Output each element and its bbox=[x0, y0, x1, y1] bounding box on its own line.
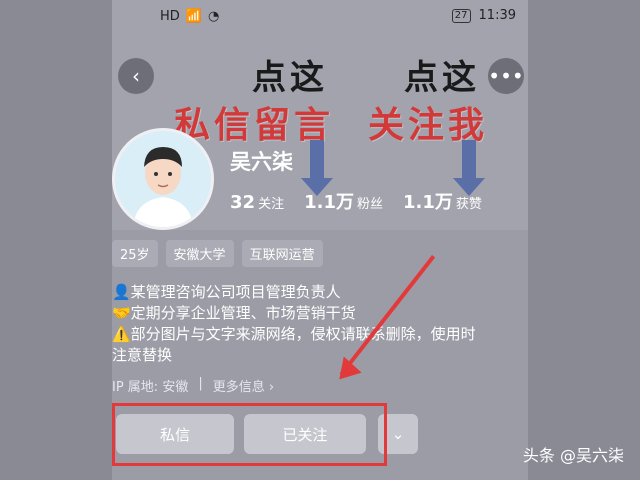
more-button[interactable]: ••• bbox=[488, 58, 524, 94]
profile-bio: 👤某管理咨询公司项目管理负责人 🤝定期分享企业管理、市场营销干货 ⚠️部分图片与… bbox=[112, 282, 522, 366]
arrow-down-icon bbox=[301, 140, 333, 196]
banner-text-1: 点这 bbox=[252, 58, 328, 98]
ip-location: IP 属地: 安徽 bbox=[112, 380, 189, 395]
hd-icon: HD bbox=[160, 9, 180, 24]
ip-location-row: IP 属地: 安徽 | 更多信息 › bbox=[112, 376, 274, 395]
more-info-link[interactable]: 更多信息 › bbox=[213, 376, 274, 395]
profile-screen: HD 📶 ◔ 27 11:39 ‹ ••• 点这 点这 私信留言 关注我 吴六柒… bbox=[112, 0, 528, 480]
following-stat[interactable]: 32 关注 bbox=[230, 192, 284, 213]
bio-line: 👤某管理咨询公司项目管理负责人 bbox=[112, 283, 341, 301]
avatar-image bbox=[115, 131, 211, 227]
tag-school: 安徽大学 bbox=[165, 240, 234, 267]
watermark: 头条 @吴六柒 bbox=[522, 446, 624, 465]
arrow-down-icon bbox=[453, 140, 485, 196]
tag-field: 互联网运营 bbox=[241, 240, 323, 267]
fans-stat[interactable]: 1.1万 粉丝 bbox=[304, 188, 383, 214]
status-bar: HD 📶 ◔ 27 11:39 bbox=[112, 0, 528, 32]
profile-stats: 32 关注 1.1万 粉丝 1.1万 获赞 bbox=[230, 188, 482, 214]
profile-name: 吴六柒 bbox=[230, 150, 293, 174]
bio-line: 🤝定期分享企业管理、市场营销干货 bbox=[112, 304, 356, 322]
signal-icon: 📶 bbox=[185, 9, 202, 24]
more-dots-icon: ••• bbox=[488, 64, 524, 88]
divider: | bbox=[198, 376, 203, 391]
left-background bbox=[0, 0, 112, 480]
bio-line: ⚠️部分图片与文字来源网络，侵权请联系删除，使用时 bbox=[112, 325, 476, 343]
clock: 11:39 bbox=[478, 8, 516, 23]
bio-line: 注意替换 bbox=[112, 346, 173, 364]
likes-stat[interactable]: 1.1万 获赞 bbox=[403, 188, 482, 214]
banner-text-2: 点这 bbox=[404, 58, 480, 98]
back-button[interactable]: ‹ bbox=[118, 58, 154, 94]
avatar[interactable] bbox=[112, 128, 214, 230]
chevron-left-icon: ‹ bbox=[132, 64, 140, 88]
profile-tags: 25岁 安徽大学 互联网运营 bbox=[112, 240, 323, 267]
tag-age: 25岁 bbox=[112, 240, 158, 267]
highlight-box bbox=[112, 403, 387, 466]
battery-icon: 27 bbox=[451, 8, 471, 23]
chevron-down-icon: ⌄ bbox=[391, 425, 405, 443]
right-background bbox=[528, 0, 640, 480]
wifi-icon: ◔ bbox=[207, 9, 220, 24]
